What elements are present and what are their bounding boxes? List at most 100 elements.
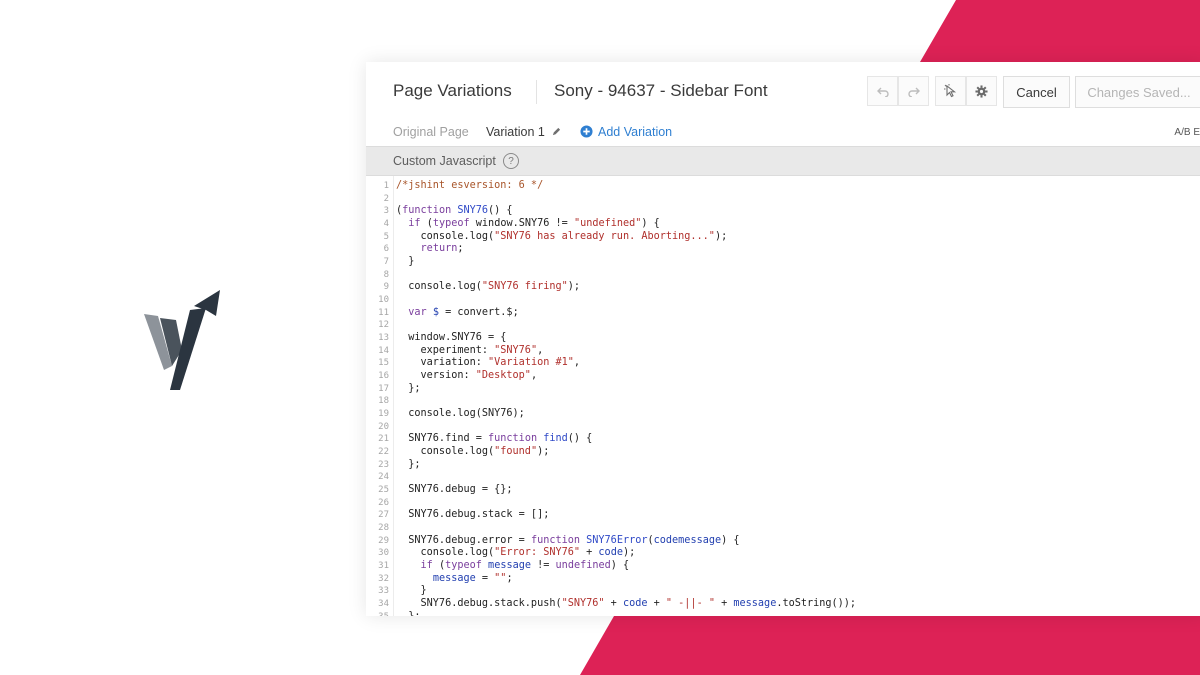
code-token: " -||- " (665, 598, 715, 610)
line-number: 25 (378, 485, 389, 496)
code-token: } (396, 256, 415, 268)
code-line: experiment: "SNY76", (396, 344, 544, 356)
code-token: console.log( (396, 446, 495, 458)
code-token: message (432, 572, 476, 584)
code-token: find (537, 433, 568, 445)
line-number: 8 (383, 269, 389, 280)
code-token: code (598, 547, 623, 559)
code-line: console.log("Error: SNY76" + code); (396, 547, 636, 559)
line-number: 27 (378, 510, 389, 521)
code-token: typeof (432, 218, 470, 229)
line-number: 10 (378, 295, 389, 306)
code-token: console.log( (396, 547, 495, 559)
code-token: variation: (396, 357, 489, 369)
code-token: "" (494, 572, 507, 584)
code-token: return (420, 243, 458, 255)
brand-logo (144, 290, 220, 390)
code-line: } (396, 256, 414, 267)
code-token: , (573, 357, 581, 369)
custom-javascript-bar: Custom Javascript ? (366, 146, 1200, 176)
line-number: 5 (383, 231, 389, 242)
code-token: ) { (610, 560, 630, 572)
code-token: message (481, 560, 531, 572)
pointer-select-icon (943, 84, 956, 98)
code-token: != (531, 560, 556, 572)
panel-header: Page Variations Sony - 94637 - Sidebar F… (366, 62, 1200, 122)
element-select-button[interactable] (935, 76, 966, 106)
code-token: ( (420, 218, 433, 229)
code-token: }; (396, 458, 421, 470)
tab-variation-1[interactable]: Variation 1 (486, 125, 545, 139)
line-number: 23 (378, 459, 389, 470)
line-number: 3 (383, 206, 389, 217)
code-token: function (402, 205, 452, 217)
code-token: ) { (641, 218, 660, 229)
code-editor[interactable]: 1/*jshint esversion: 6 */2 3 (function SNY… (366, 176, 1200, 616)
code-token: ; (506, 572, 513, 584)
code-token: + (580, 547, 599, 559)
code-line: } (396, 585, 427, 596)
line-number: 16 (378, 371, 389, 382)
code-line: var $ = convert.$; (396, 306, 518, 318)
code-line: }; (396, 611, 420, 616)
code-line: (function SNY76() { (396, 205, 513, 216)
code-token: experiment: (396, 344, 495, 356)
add-variation-link[interactable]: Add Variation (598, 125, 672, 139)
plus-circle-icon[interactable] (580, 125, 593, 138)
header-divider (536, 80, 537, 104)
tab-original-page[interactable]: Original Page (393, 125, 469, 139)
code-token: console.log( (396, 281, 482, 293)
code-token: SNY76 (451, 205, 489, 217)
code-token: () { (488, 205, 513, 217)
code-token: = (475, 572, 495, 584)
code-token: version: (396, 370, 476, 382)
code-token: } (396, 585, 427, 597)
code-token: }; (396, 611, 420, 616)
code-token: ( (432, 560, 446, 572)
line-number: 14 (378, 345, 389, 356)
settings-button[interactable] (966, 76, 997, 106)
pencil-icon[interactable] (552, 127, 561, 136)
help-icon[interactable]: ? (503, 153, 519, 169)
line-number: 21 (378, 434, 389, 445)
code-token: SNY76.find = (396, 433, 489, 445)
code-token: , (537, 344, 544, 356)
code-token: SNY76.debug.stack.push( (396, 598, 562, 610)
line-number: 18 (378, 396, 389, 407)
line-number: 30 (378, 548, 389, 559)
line-number: 12 (378, 320, 389, 331)
undo-button[interactable] (867, 76, 898, 106)
line-number-gutter (393, 176, 394, 616)
code-token: var (408, 306, 427, 318)
undo-icon (876, 87, 889, 97)
code-token: "found" (494, 446, 538, 458)
ab-experiment-label: A/B E (1174, 127, 1200, 138)
code-line: console.log("found"); (396, 446, 550, 458)
line-number: 1 (383, 181, 389, 191)
redo-button[interactable] (898, 76, 929, 106)
code-token: "SNY76" (561, 598, 605, 610)
code-token: function (530, 534, 581, 546)
decorative-pink-shape-top (920, 0, 1200, 62)
code-line: }; (396, 458, 421, 470)
code-token: undefined (555, 560, 611, 572)
line-number: 6 (383, 244, 389, 255)
code-token: ); (622, 547, 636, 559)
line-number: 19 (378, 409, 389, 420)
code-line: SNY76.debug.stack.push("SNY76" + code + … (396, 598, 857, 610)
cancel-button[interactable]: Cancel (1003, 76, 1070, 108)
redo-icon (907, 87, 920, 97)
code-line: return; (396, 243, 464, 254)
code-line: console.log(SNY76); (396, 408, 525, 419)
code-token: /*jshint esversion: 6 */ (396, 180, 544, 191)
code-token: ); (537, 446, 550, 458)
code-token: message (678, 534, 722, 546)
changes-saved-button[interactable]: Changes Saved... (1075, 76, 1200, 108)
code-token: "SNY76" (494, 344, 538, 356)
code-token: code (653, 534, 679, 546)
panel-title: Page Variations (393, 81, 512, 100)
code-token: ); (567, 281, 581, 293)
